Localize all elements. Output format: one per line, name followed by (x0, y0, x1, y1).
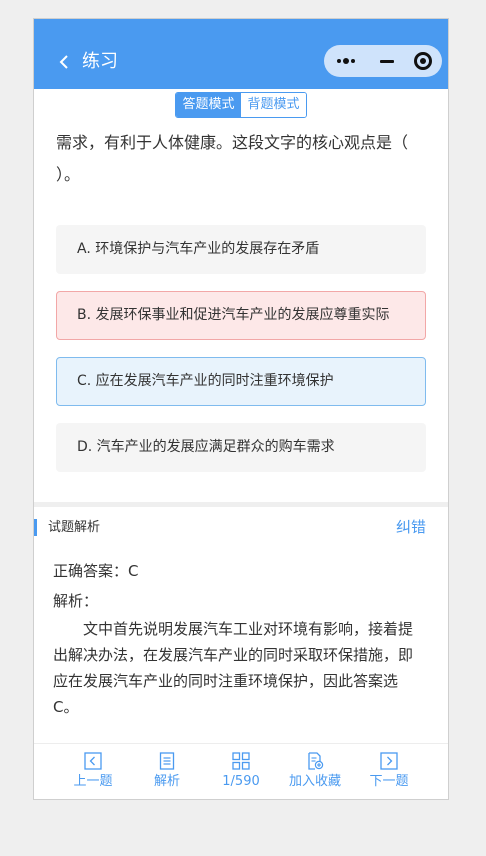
back-button[interactable] (56, 51, 74, 73)
prev-question-button[interactable]: 上一题 (58, 744, 128, 799)
question-index-button[interactable]: 1/590 (206, 744, 276, 799)
add-favorite-icon (308, 752, 324, 770)
analysis-button[interactable]: 解析 (132, 744, 202, 799)
target-dot (420, 58, 426, 64)
prev-square-icon (84, 752, 102, 770)
explanation-text: 文中首先说明发展汽车工业对环境有影响，接着提出解决办法，在发展汽车产业的同时采取… (53, 620, 414, 716)
report-error-link[interactable]: 纠错 (396, 515, 426, 539)
option-a[interactable]: A. 环境保护与汽车产业的发展存在矛盾 (56, 225, 426, 274)
explanation-label: 解析： (53, 592, 99, 610)
mode-switch: 答题模式 背题模式 (175, 92, 307, 118)
next-square-icon (380, 752, 398, 770)
question-text: 需求，有利于人体健康。这段文字的核心观点是（ ）。 (56, 133, 409, 184)
prev-label: 上一题 (73, 774, 113, 789)
more-dots-icon (337, 59, 341, 63)
question-area: 需求，有利于人体健康。这段文字的核心观点是（ ）。 A. 环境保护与汽车产业的发… (34, 119, 448, 502)
bottom-toolbar: 上一题 解析 1/590 加入收藏 下一题 (34, 743, 448, 799)
page-title: 练习 (82, 51, 118, 72)
section-divider (34, 502, 448, 507)
option-c[interactable]: C. 应在发展汽车产业的同时注重环境保护 (56, 357, 426, 406)
analysis-header: 试题解析 纠错 (34, 515, 448, 543)
minimize-button[interactable] (368, 45, 406, 77)
grid-icon (232, 752, 250, 770)
option-b[interactable]: B. 发展环保事业和促进汽车产业的发展应尊重实际 (56, 291, 426, 340)
favorite-label: 加入收藏 (288, 774, 341, 789)
more-dots-icon (351, 59, 355, 63)
minimize-icon (380, 60, 394, 63)
analysis-label: 解析 (153, 774, 180, 789)
close-button[interactable] (406, 45, 442, 77)
answer-mode-tab[interactable]: 答题模式 (176, 93, 241, 117)
more-dots-icon (343, 58, 349, 64)
option-d[interactable]: D. 汽车产业的发展应满足群众的购车需求 (56, 423, 426, 472)
progress-label: 1/590 (222, 774, 260, 789)
recite-mode-tab[interactable]: 背题模式 (241, 93, 306, 117)
accent-bar (34, 519, 37, 536)
correct-answer: 正确答案：C (53, 562, 139, 580)
phone-screen: 练习 答题模式 背题模式 需求，有利于人体健康。这段文字的核心观点是（ ）。 A… (33, 18, 449, 800)
next-question-button[interactable]: 下一题 (354, 744, 424, 799)
chevron-left-icon (59, 55, 68, 69)
mini-program-capsule (324, 45, 442, 77)
more-button[interactable] (324, 45, 368, 77)
document-icon (159, 752, 175, 770)
nav-bar: 练习 (34, 19, 448, 89)
add-favorite-button[interactable]: 加入收藏 (280, 744, 350, 799)
next-label: 下一题 (369, 774, 409, 789)
analysis-title: 试题解析 (48, 520, 101, 535)
